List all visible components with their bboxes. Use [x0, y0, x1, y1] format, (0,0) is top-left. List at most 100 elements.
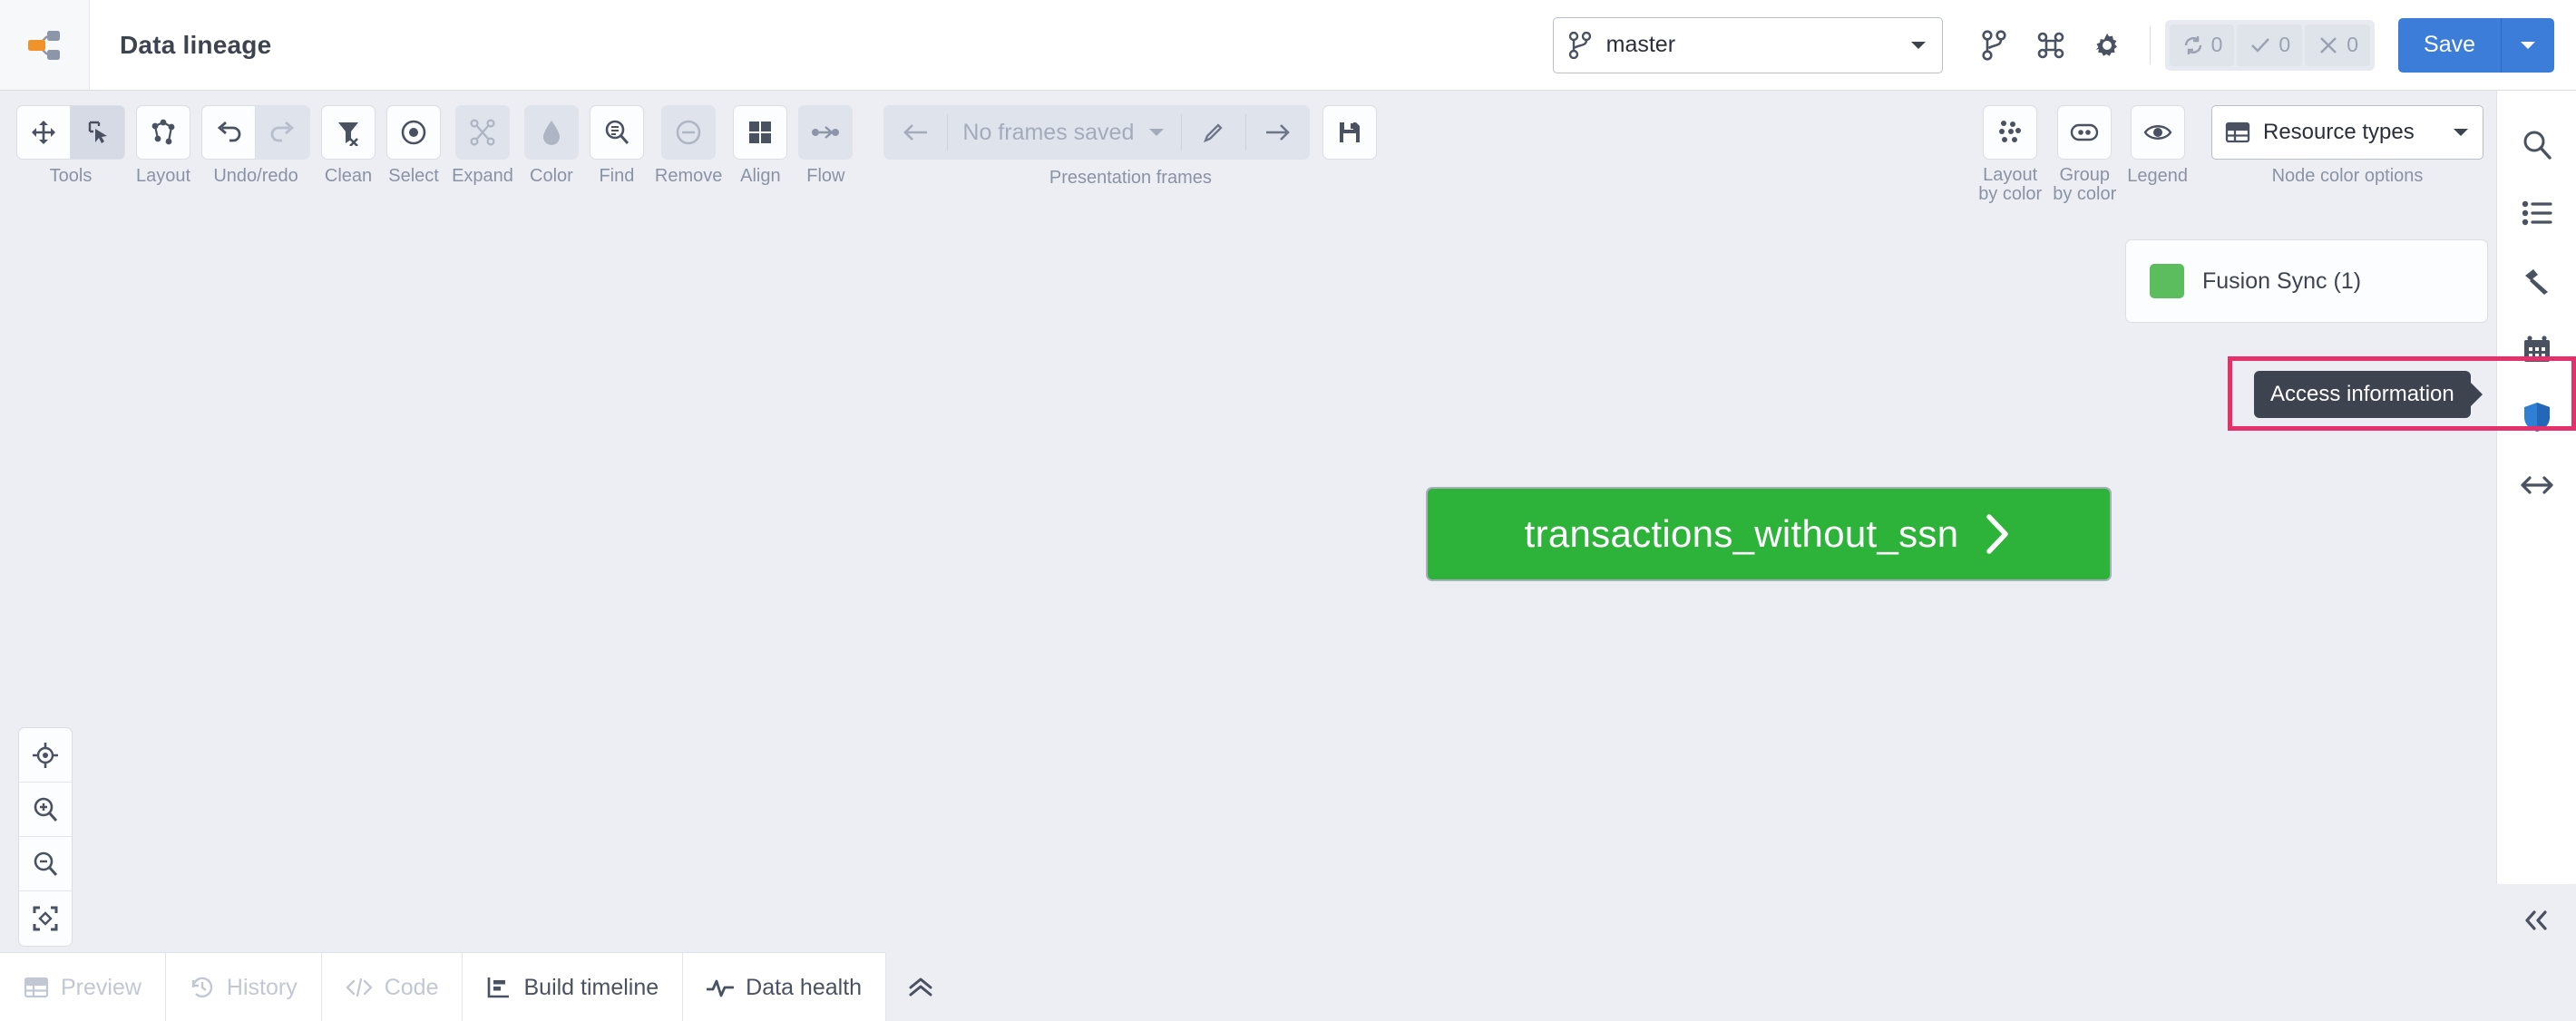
- command-icon: [2037, 32, 2064, 58]
- zoom-out-button[interactable]: [19, 837, 72, 891]
- toolbar-group-undo-redo: Undo/redo: [201, 105, 311, 187]
- toolbar-label-group-by-color: Group by color: [2053, 166, 2116, 204]
- branch-name: master: [1605, 32, 1676, 57]
- node-color-options-dropdown[interactable]: Resource types: [2211, 105, 2483, 160]
- toolbar-group-color: Color: [523, 105, 579, 187]
- toolbar-group-tools: Tools: [16, 105, 125, 187]
- layout-by-color-icon: [1999, 121, 2022, 142]
- toolbar-label-legend: Legend: [2127, 166, 2188, 186]
- lineage-graph-logo-icon: [28, 30, 60, 60]
- redo-button[interactable]: [256, 105, 311, 160]
- select-pointer-icon: [88, 121, 107, 143]
- save-dropdown-button[interactable]: [2502, 17, 2554, 73]
- toolbar-label-layout: Layout: [136, 166, 191, 186]
- remove-button[interactable]: [661, 105, 717, 160]
- toolbar-group-align: Align: [733, 105, 788, 187]
- status-pending[interactable]: 0: [2169, 24, 2235, 66]
- flow-button[interactable]: [798, 105, 854, 160]
- header-divider: [2149, 25, 2151, 64]
- history-icon: [191, 977, 213, 998]
- code-icon: [346, 977, 373, 997]
- move-icon: [32, 121, 55, 144]
- toolbar-group-find: Find: [589, 105, 644, 187]
- toolbar-label-select: Select: [388, 166, 439, 186]
- chevron-down-icon: [2435, 127, 2470, 138]
- fit-screen-icon: [33, 906, 58, 931]
- branch-selector[interactable]: master: [1552, 16, 1943, 73]
- frames-forward-button[interactable]: [1246, 105, 1310, 160]
- frames-edit-button[interactable]: [1182, 105, 1245, 160]
- toolbar-group-layout: Layout: [136, 105, 190, 187]
- save-button[interactable]: Save: [2398, 17, 2502, 73]
- tab-build-timeline-label: Build timeline: [523, 974, 659, 1000]
- app-logo[interactable]: [0, 0, 90, 90]
- undo-button[interactable]: [201, 105, 257, 160]
- tool-select-button[interactable]: [71, 105, 125, 160]
- toolbar-label-find: Find: [599, 166, 635, 186]
- select-button[interactable]: [386, 105, 442, 160]
- toolbar-label-color: Color: [530, 166, 573, 186]
- clean-button[interactable]: [321, 105, 376, 160]
- frames-dropdown[interactable]: No frames saved: [948, 105, 1181, 160]
- chevron-down-icon: [1149, 128, 1165, 136]
- tab-data-health-label: Data health: [746, 974, 863, 1000]
- command-button[interactable]: [2023, 17, 2079, 73]
- hammer-icon: [2524, 268, 2548, 295]
- expand-button[interactable]: [454, 105, 510, 160]
- sidebar-item-search[interactable]: [2498, 111, 2576, 179]
- settings-button[interactable]: [2079, 17, 2135, 73]
- frames-save-button[interactable]: [1322, 105, 1378, 160]
- zoom-in-button[interactable]: [19, 783, 72, 837]
- branch-merge-button[interactable]: [1966, 17, 2023, 73]
- center-view-button[interactable]: [19, 728, 72, 783]
- tooltip-text: Access information: [2270, 382, 2454, 406]
- layout-by-color-button[interactable]: [1983, 105, 2038, 160]
- toolbar-group-clean: Clean: [321, 105, 376, 187]
- legend-panel: Fusion Sync (1): [2125, 239, 2488, 323]
- status-success[interactable]: 0: [2237, 24, 2303, 66]
- status-group: 0 0 0: [2164, 19, 2376, 71]
- page-title: Data lineage: [120, 30, 272, 59]
- tab-code[interactable]: Code: [322, 953, 463, 1021]
- sidebar-item-list[interactable]: [2498, 179, 2576, 247]
- bottom-panel-expand-button[interactable]: [886, 952, 955, 1021]
- status-success-count: 0: [2278, 33, 2291, 56]
- branch-merge-icon: [1982, 29, 2006, 61]
- chevron-down-icon: [2521, 41, 2535, 49]
- status-pending-count: 0: [2210, 33, 2223, 56]
- sidebar-collapse-button[interactable]: [2496, 889, 2576, 952]
- tool-move-button[interactable]: [16, 105, 71, 160]
- legend-toggle-button[interactable]: [2130, 105, 2185, 160]
- save-button-group: Save: [2398, 17, 2554, 73]
- sidebar-item-resize[interactable]: [2498, 451, 2576, 519]
- list-icon: [2522, 200, 2552, 225]
- status-failed[interactable]: 0: [2305, 24, 2371, 66]
- toolbar-group-group-by-color: Group by color: [2053, 105, 2116, 204]
- tab-preview-label: Preview: [61, 974, 141, 1000]
- group-by-color-button[interactable]: [2057, 105, 2113, 160]
- lineage-canvas[interactable]: Fusion Sync (1) transactions_without_ssn: [0, 212, 2540, 954]
- chevron-right-icon[interactable]: [1982, 511, 2013, 557]
- toolbar-label-align: Align: [740, 166, 781, 186]
- color-button[interactable]: [523, 105, 579, 160]
- tab-data-health[interactable]: Data health: [683, 953, 887, 1021]
- align-grid-icon: [749, 122, 772, 143]
- sidebar-item-build[interactable]: [2498, 247, 2576, 315]
- fit-screen-button[interactable]: [19, 891, 72, 946]
- minus-circle-icon: [676, 120, 701, 145]
- branch-icon: [1568, 31, 1591, 59]
- label-line-2: by color: [2053, 184, 2117, 204]
- tab-build-timeline[interactable]: Build timeline: [463, 953, 684, 1021]
- tab-history[interactable]: History: [166, 953, 322, 1021]
- lineage-node-transactions-without-ssn[interactable]: transactions_without_ssn: [1426, 487, 2112, 581]
- sync-icon: [2184, 35, 2201, 54]
- toolbar-group-select: Select: [386, 105, 442, 187]
- redo-icon: [270, 121, 294, 142]
- frames-back-button[interactable]: [883, 105, 947, 160]
- tab-preview[interactable]: Preview: [0, 953, 166, 1021]
- node-color-value: Resource types: [2263, 120, 2415, 144]
- align-button[interactable]: [733, 105, 788, 160]
- find-button[interactable]: [589, 105, 644, 160]
- search-icon: [2523, 131, 2552, 160]
- layout-button[interactable]: [136, 105, 191, 160]
